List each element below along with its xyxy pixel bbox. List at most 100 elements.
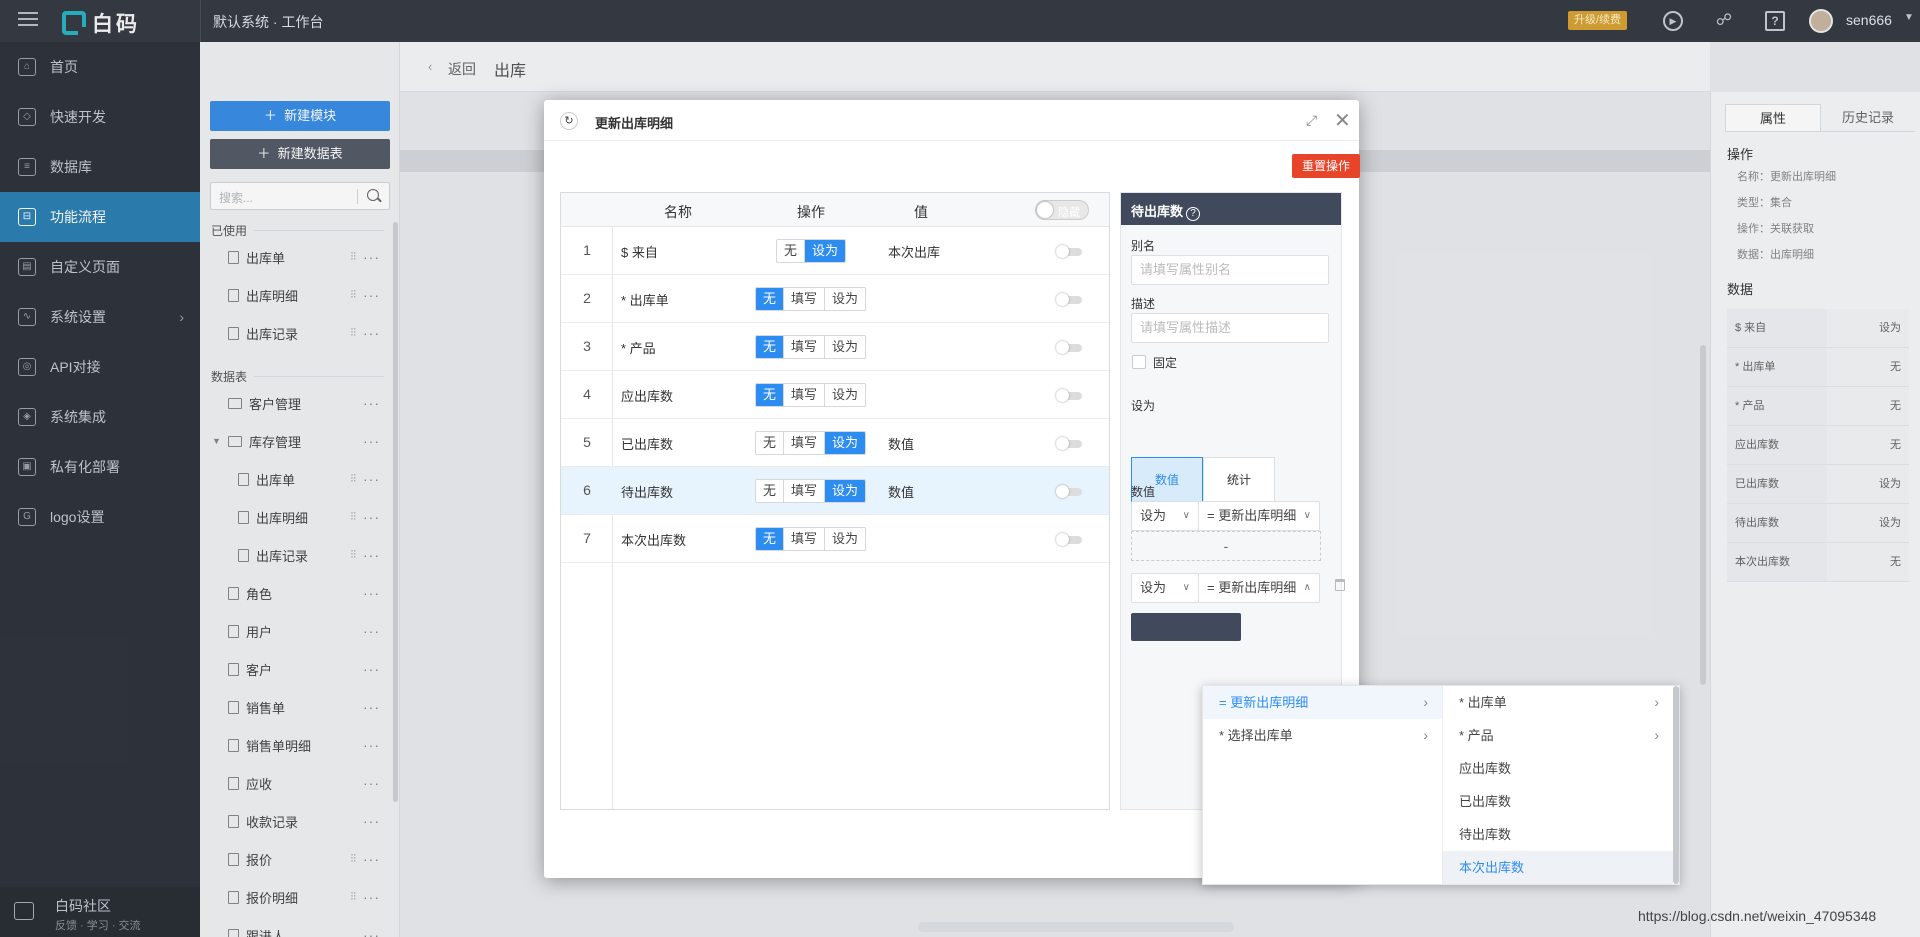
table-header: 名称 操作 值 隐藏 (561, 193, 1109, 227)
op-none[interactable]: 无 (777, 240, 806, 262)
row-visibility-toggle[interactable] (1056, 293, 1082, 306)
row-index: 5 (583, 434, 591, 450)
table-row[interactable]: 6 待出库数 无填写 设为 数值 (561, 467, 1109, 515)
op-none[interactable]: 无 (756, 336, 785, 358)
set-as-statistic-tile[interactable]: 统计 (1203, 457, 1275, 503)
select-value: 设为 (1140, 508, 1167, 523)
operation-segmented-control[interactable]: 无填写 设为 (755, 431, 867, 455)
option-label: 应出库数 (1459, 761, 1512, 776)
value-mode-select[interactable]: 设为 ∨ (1131, 501, 1199, 531)
value-target-select[interactable]: = 更新出库明细 ∨ (1198, 501, 1320, 531)
operation-segmented-control[interactable]: 无填写 设为 (755, 527, 867, 551)
op-none[interactable]: 无 (756, 432, 785, 454)
cascader-option[interactable]: = 更新出库明细 › (1203, 686, 1442, 719)
pane-confirm-button[interactable] (1131, 613, 1241, 641)
help-icon[interactable]: ? (1186, 207, 1201, 221)
fixed-checkbox[interactable] (1132, 355, 1146, 369)
op-fill[interactable]: 填写 (784, 384, 826, 406)
description-input[interactable]: 请填写属性描述 (1131, 313, 1329, 343)
reset-operation-button[interactable]: 重置操作 (1292, 154, 1360, 178)
table-row[interactable]: 2 * 出库单 无填写 设为 (561, 275, 1109, 323)
cascader-option[interactable]: * 选择出库单 › (1203, 719, 1442, 752)
row-visibility-toggle[interactable] (1056, 245, 1082, 258)
fullscreen-icon[interactable]: ⤢ (1306, 112, 1317, 129)
value-mode-select-2[interactable]: 设为 ∨ (1131, 573, 1199, 603)
alias-input[interactable]: 请填写属性别名 (1131, 255, 1329, 285)
row-visibility-toggle[interactable] (1056, 533, 1082, 546)
table-row[interactable]: 5 已出库数 无填写 设为 数值 (561, 419, 1109, 467)
description-label: 描述 (1131, 297, 1156, 311)
chevron-right-icon: › (1654, 727, 1659, 743)
chevron-down-icon: ∨ (1182, 582, 1190, 593)
cascader-scrollbar[interactable] (1673, 686, 1679, 884)
alias-label: 别名 (1131, 239, 1156, 253)
cascader-option[interactable]: 应出库数 (1443, 752, 1673, 785)
cascader-option[interactable]: 已出库数 (1443, 785, 1673, 818)
cascader-column-1: = 更新出库明细 › * 选择出库单 › (1203, 686, 1443, 884)
operation-segmented-control[interactable]: 无填写 设为 (755, 287, 867, 311)
op-set[interactable]: 设为 (825, 480, 866, 502)
row-name: 已出库数 (621, 437, 674, 452)
op-none[interactable]: 无 (756, 480, 785, 502)
row-visibility-toggle[interactable] (1056, 341, 1082, 354)
minus-operator[interactable]: - (1131, 531, 1321, 561)
op-set[interactable]: 设为 (825, 336, 865, 358)
cascader-option[interactable]: * 产品 › (1443, 719, 1673, 752)
op-none[interactable]: 无 (756, 384, 785, 406)
chevron-right-icon: › (1423, 727, 1428, 743)
pane-header: 待出库数? (1121, 193, 1341, 225)
operation-segmented-control[interactable]: 无填写 设为 (755, 383, 867, 407)
op-none[interactable]: 无 (756, 528, 785, 550)
refresh-icon[interactable]: ↻ (560, 112, 578, 130)
table-row[interactable]: 7 本次出库数 无填写 设为 (561, 515, 1109, 563)
value-target-select-2[interactable]: = 更新出库明细 ∧ (1198, 573, 1320, 603)
option-label: = 更新出库明细 (1219, 695, 1309, 710)
row-name: 应出库数 (621, 389, 674, 404)
row-name: 待出库数 (621, 485, 674, 500)
chevron-up-icon: ∧ (1303, 582, 1311, 593)
trash-icon[interactable] (1335, 579, 1345, 591)
op-fill[interactable]: 填写 (784, 480, 826, 502)
table-row[interactable]: 1 $ 来自 无设为 本次出库 (561, 227, 1109, 275)
op-set[interactable]: 设为 (825, 528, 865, 550)
table-row[interactable]: 4 应出库数 无填写 设为 (561, 371, 1109, 419)
row-visibility-toggle[interactable] (1056, 485, 1082, 498)
cascader-option[interactable]: * 出库单 › (1443, 686, 1673, 719)
operation-segmented-control[interactable]: 无设为 (776, 239, 847, 263)
option-label: * 产品 (1459, 728, 1494, 743)
op-fill[interactable]: 填写 (784, 432, 826, 454)
hide-toggle-label: 隐藏 (1058, 207, 1080, 219)
column-header-value: 值 (914, 204, 928, 220)
option-label: * 出库单 (1459, 695, 1507, 710)
row-name: * 产品 (621, 341, 656, 356)
row-index: 4 (583, 386, 591, 402)
op-fill[interactable]: 填写 (784, 528, 826, 550)
watermark: https://blog.csdn.net/weixin_47095348 (1638, 908, 1877, 924)
operation-segmented-control[interactable]: 无填写 设为 (755, 479, 867, 503)
op-set[interactable]: 设为 (825, 384, 865, 406)
cascader-column-2: * 出库单 › * 产品 › 应出库数 已出库数 待出库数 本次出库数 (1443, 686, 1673, 884)
row-visibility-toggle[interactable] (1056, 389, 1082, 402)
close-icon[interactable]: ✕ (1334, 108, 1351, 133)
chevron-right-icon: › (1423, 694, 1428, 710)
op-set[interactable]: 设为 (825, 432, 866, 454)
cascader-option[interactable]: 本次出库数 (1443, 851, 1673, 884)
horizontal-scrollbar[interactable] (918, 922, 1234, 932)
operation-segmented-control[interactable]: 无填写 设为 (755, 335, 867, 359)
cascader-option[interactable]: 待出库数 (1443, 818, 1673, 851)
table-row[interactable]: 3 * 产品 无填写 设为 (561, 323, 1109, 371)
op-set[interactable]: 设为 (825, 288, 865, 310)
op-none[interactable]: 无 (756, 288, 785, 310)
row-name: 本次出库数 (621, 533, 687, 548)
row-visibility-toggle[interactable] (1056, 437, 1082, 450)
op-fill[interactable]: 填写 (784, 336, 826, 358)
chevron-down-icon: ∨ (1303, 510, 1311, 521)
row-name: * 出库单 (621, 293, 669, 308)
toggle-knob (1037, 202, 1053, 218)
fixed-label: 固定 (1153, 356, 1178, 370)
hide-toggle[interactable]: 隐藏 (1035, 200, 1089, 220)
op-set[interactable]: 设为 (805, 240, 846, 262)
op-fill[interactable]: 填写 (784, 288, 826, 310)
chevron-down-icon: ∨ (1182, 510, 1190, 521)
row-index: 7 (583, 530, 591, 546)
